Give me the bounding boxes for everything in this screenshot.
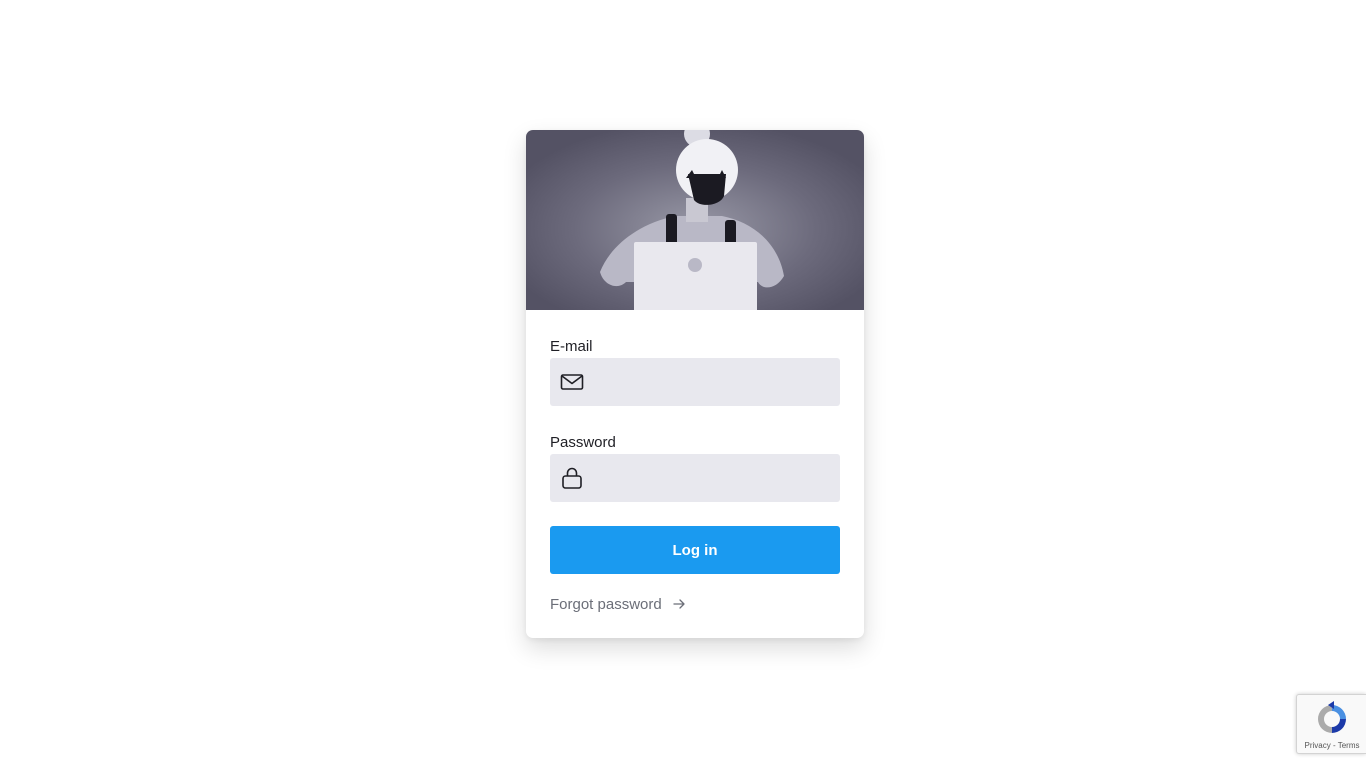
email-input-wrapper[interactable] xyxy=(550,358,840,406)
forgot-password-link[interactable]: Forgot password xyxy=(550,594,686,614)
forgot-password-label: Forgot password xyxy=(550,595,662,613)
envelope-icon xyxy=(560,374,584,390)
recaptcha-logo xyxy=(1318,701,1346,733)
recaptcha-terms-link[interactable]: Terms xyxy=(1338,741,1360,750)
recaptcha-separator: - xyxy=(1332,741,1336,750)
login-button[interactable]: Log in xyxy=(550,526,840,574)
email-input[interactable] xyxy=(594,358,834,406)
email-label: E-mail xyxy=(550,338,593,355)
recaptcha-links: Privacy - Terms xyxy=(1297,741,1366,751)
password-input-wrapper[interactable] xyxy=(550,454,840,502)
login-form: E-mail Password Log in Forgot password xyxy=(550,336,840,614)
recaptcha-badge[interactable]: Privacy - Terms xyxy=(1296,694,1366,754)
hero-illustration xyxy=(526,130,864,310)
password-label: Password xyxy=(550,434,616,451)
login-card: E-mail Password Log in Forgot password xyxy=(526,130,864,638)
password-input[interactable] xyxy=(594,454,834,502)
arrow-right-icon xyxy=(673,599,685,609)
recaptcha-privacy-link[interactable]: Privacy xyxy=(1305,741,1331,750)
lock-icon xyxy=(562,467,582,489)
